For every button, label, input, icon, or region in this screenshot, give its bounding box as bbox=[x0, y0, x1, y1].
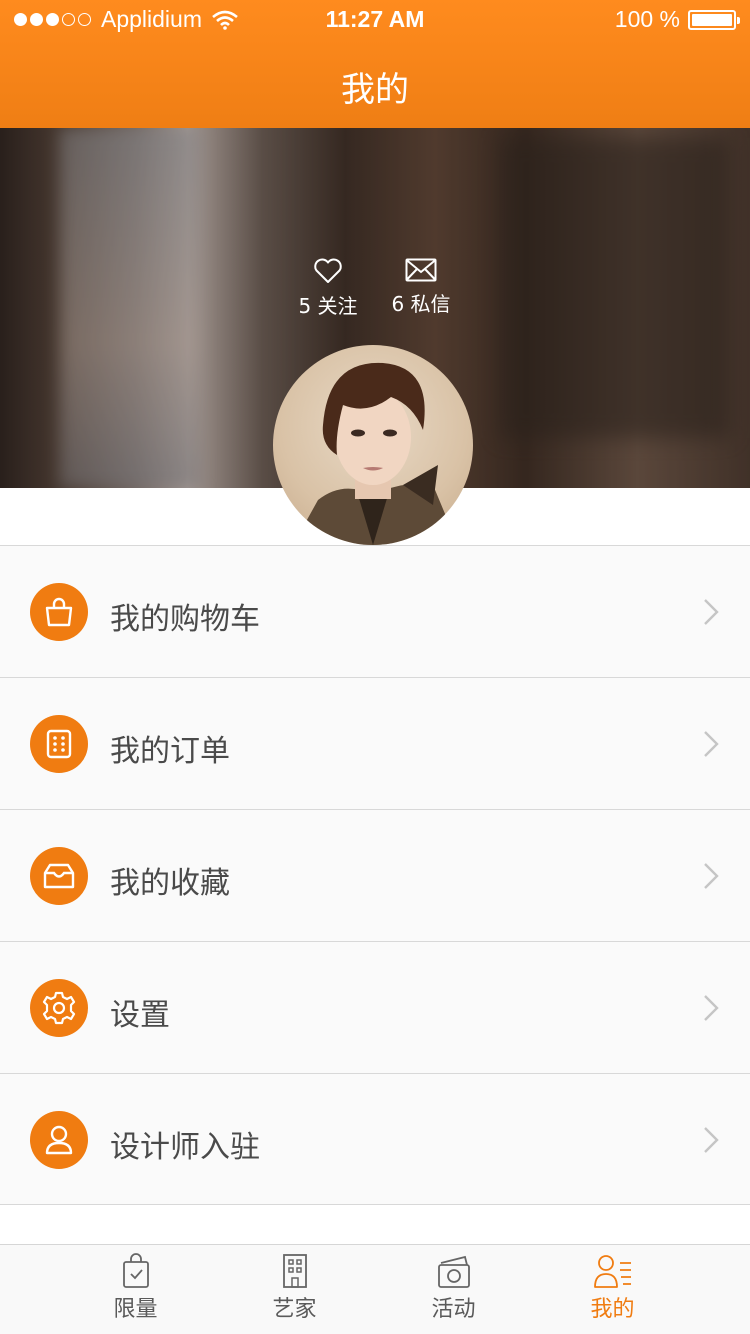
tab-artists[interactable]: 艺家 bbox=[215, 1245, 374, 1334]
menu-item-designer[interactable]: 设计师入驻 bbox=[0, 1073, 750, 1205]
chevron-right-icon bbox=[704, 863, 719, 889]
follow-label: 关注 bbox=[317, 294, 358, 318]
camera-icon bbox=[437, 1255, 470, 1288]
envelope-icon bbox=[405, 258, 437, 282]
chevron-right-icon bbox=[704, 995, 719, 1021]
tab-limited[interactable]: 限量 bbox=[56, 1245, 215, 1334]
menu-item-settings[interactable]: 设置 bbox=[0, 941, 750, 1073]
shopping-bag-icon bbox=[30, 583, 88, 641]
user-icon bbox=[30, 1111, 88, 1169]
tab-events[interactable]: 活动 bbox=[374, 1245, 533, 1334]
header: Applidium 11:27 AM 100 % 我的 bbox=[0, 0, 750, 128]
chevron-right-icon bbox=[704, 599, 719, 625]
profile-list-icon bbox=[593, 1255, 631, 1288]
tab-me[interactable]: 我的 bbox=[533, 1245, 692, 1334]
menu-label: 设计师入驻 bbox=[110, 1130, 260, 1165]
menu-label: 我的购物车 bbox=[110, 602, 260, 637]
tab-label: 活动 bbox=[431, 1297, 476, 1322]
avatar[interactable] bbox=[273, 345, 473, 545]
bag-check-icon bbox=[122, 1253, 149, 1288]
battery-percent: 100 % bbox=[614, 6, 680, 32]
favorites-tray-icon bbox=[30, 847, 88, 905]
message-count: 6 bbox=[391, 292, 405, 316]
heart-icon bbox=[314, 258, 342, 283]
page-title: 我的 bbox=[341, 70, 409, 110]
menu-list: 我的购物车 我的订单 我的收藏 设置 设计师入驻 bbox=[0, 545, 750, 1205]
battery-icon bbox=[688, 9, 740, 30]
menu-item-favorites[interactable]: 我的收藏 bbox=[0, 809, 750, 941]
menu-label: 我的收藏 bbox=[110, 866, 230, 901]
menu-item-cart[interactable]: 我的购物车 bbox=[0, 545, 750, 677]
status-bar: Applidium 11:27 AM 100 % bbox=[0, 0, 750, 40]
follow-stat[interactable]: 5 关注 bbox=[283, 258, 373, 319]
tab-label: 限量 bbox=[113, 1297, 158, 1322]
tab-label: 艺家 bbox=[272, 1297, 317, 1322]
follow-count: 5 bbox=[298, 294, 312, 318]
menu-label: 设置 bbox=[110, 998, 170, 1033]
message-stat[interactable]: 6 私信 bbox=[376, 258, 466, 317]
message-label: 私信 bbox=[410, 292, 451, 316]
order-icon bbox=[30, 715, 88, 773]
building-icon bbox=[282, 1254, 307, 1288]
tab-label: 我的 bbox=[590, 1297, 635, 1322]
menu-label: 我的订单 bbox=[110, 734, 230, 769]
chevron-right-icon bbox=[704, 731, 719, 757]
battery-status: 100 % bbox=[614, 6, 740, 33]
gear-icon bbox=[30, 979, 88, 1037]
chevron-right-icon bbox=[704, 1127, 719, 1153]
tab-bar: 限量 艺家 活动 我的 bbox=[0, 1244, 750, 1334]
menu-item-orders[interactable]: 我的订单 bbox=[0, 677, 750, 809]
